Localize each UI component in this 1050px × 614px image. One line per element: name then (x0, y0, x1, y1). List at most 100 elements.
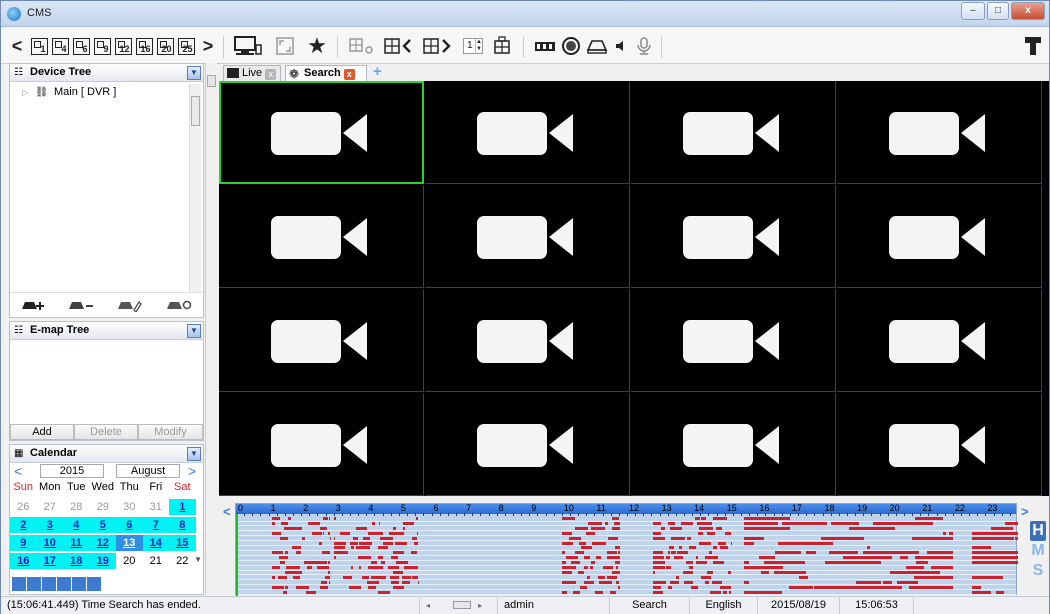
camera-cell[interactable] (219, 393, 424, 496)
calendar-day[interactable]: 26 (10, 499, 37, 515)
camera-cell[interactable] (837, 81, 1042, 184)
calendar-day[interactable]: 11 (63, 535, 90, 551)
calendar-day[interactable]: 12 (89, 535, 116, 551)
edit-device-icon[interactable] (117, 298, 143, 312)
calendar-day[interactable]: 17 (36, 553, 63, 569)
calendar-day[interactable]: 19 (89, 553, 116, 569)
modify-emap-button[interactable]: Modify (138, 424, 203, 440)
camera-cell[interactable] (631, 393, 836, 496)
microphone-icon[interactable] (633, 34, 655, 58)
maximize-button[interactable]: □ (987, 2, 1009, 20)
timeline-next-icon[interactable]: > (1021, 504, 1029, 519)
export-button[interactable] (87, 577, 101, 591)
calendar-day[interactable]: 10 (36, 535, 63, 551)
close-tab-icon[interactable]: x (265, 69, 277, 80)
calendar-day[interactable]: 9 (10, 535, 37, 551)
film-strip-icon[interactable] (533, 34, 557, 58)
calendar-day[interactable]: 4 (63, 517, 90, 533)
layout-6-button[interactable]: 6 (71, 34, 91, 58)
calendar-day[interactable]: 2 (10, 517, 37, 533)
calendar-day[interactable]: 29 (90, 499, 117, 515)
device-tree-scrollbar[interactable] (189, 84, 201, 292)
calendar-day[interactable]: 20 (116, 553, 143, 569)
zoom-s-button[interactable]: S (1028, 561, 1048, 581)
layout-9-button[interactable]: 9 (92, 34, 112, 58)
monitor-settings-icon[interactable] (231, 34, 265, 58)
channel-select-icon[interactable] (489, 34, 515, 58)
speaker-icon[interactable] (611, 34, 631, 58)
calendar-day[interactable]: 6 (116, 517, 143, 533)
layout-next-button[interactable]: > (201, 34, 215, 58)
camera-cell-selected[interactable] (219, 81, 424, 184)
camera-cell[interactable] (219, 289, 424, 392)
play-button[interactable] (72, 577, 86, 591)
group-prev-icon[interactable] (381, 34, 415, 58)
camera-cell[interactable] (425, 81, 630, 184)
calendar-day[interactable]: 15 (169, 535, 196, 551)
tools-hammer-icon[interactable] (1021, 34, 1045, 58)
link-device-icon[interactable] (166, 298, 192, 312)
mode-button-2[interactable] (27, 577, 41, 591)
mode-button-1[interactable] (12, 577, 26, 591)
add-device-icon[interactable] (21, 298, 45, 312)
camera-cell[interactable] (631, 185, 836, 288)
layout-25-button[interactable]: 25 (176, 34, 196, 58)
calendar-day[interactable]: 31 (143, 499, 170, 515)
layout-20-button[interactable]: 20 (155, 34, 175, 58)
zoom-m-button[interactable]: M (1028, 541, 1048, 561)
calendar-day[interactable]: 16 (10, 553, 37, 569)
minimize-button[interactable]: – (961, 2, 985, 20)
mode-button-4[interactable] (57, 577, 71, 591)
camera-cell[interactable] (425, 185, 630, 288)
layout-16-button[interactable]: 16 (134, 34, 154, 58)
layout-1-button[interactable]: 1 (29, 34, 49, 58)
favorite-star-icon[interactable]: ★ (305, 33, 329, 58)
prev-month-icon[interactable]: < (14, 463, 22, 479)
camera-cell[interactable] (837, 185, 1042, 288)
camera-cell[interactable] (631, 289, 836, 392)
device-tree-item-main[interactable]: ▷ ⛓ Main [ DVR ] (22, 86, 116, 98)
month-field[interactable]: August (116, 464, 180, 478)
calendar-day[interactable]: 22 (169, 553, 196, 569)
layout-prev-button[interactable]: < (10, 34, 24, 58)
mode-button-3[interactable] (42, 577, 56, 591)
camera-cell[interactable] (837, 393, 1042, 496)
calendar-day[interactable]: 18 (63, 553, 90, 569)
sequence-icon[interactable] (346, 34, 378, 58)
camera-cell[interactable] (425, 393, 630, 496)
calendar-day[interactable]: 21 (143, 553, 170, 569)
close-tab-icon[interactable]: x (343, 69, 355, 80)
layout-12-button[interactable]: 12 (113, 34, 133, 58)
zoom-h-button[interactable]: H (1030, 521, 1046, 541)
calendar-day[interactable]: 27 (37, 499, 64, 515)
status-scrollbar[interactable]: ◂ ▸ (419, 597, 495, 614)
collapse-icon[interactable]: ▼ (187, 66, 201, 80)
record-icon[interactable] (559, 34, 583, 58)
calendar-day[interactable]: 5 (89, 517, 116, 533)
camera-cell[interactable] (425, 289, 630, 392)
year-field[interactable]: 2015 (40, 464, 104, 478)
camera-cell[interactable] (837, 289, 1042, 392)
calendar-day[interactable]: 13 (116, 535, 143, 551)
timeline[interactable]: 0 1 2 3 4 5 6 7 8 9 10 11 12 13 14 15 16 17 18 19 20 21 22 23 (235, 503, 1018, 596)
timeline-cursor[interactable] (236, 514, 238, 596)
camera-cell[interactable] (219, 185, 424, 288)
delete-emap-button[interactable]: Delete (74, 424, 138, 440)
remove-device-icon[interactable] (68, 298, 94, 312)
timeline-prev-icon[interactable]: < (223, 504, 231, 519)
calendar-day[interactable]: 30 (116, 499, 143, 515)
next-month-icon[interactable]: > (188, 463, 196, 479)
calendar-day[interactable]: 7 (142, 517, 169, 533)
calendar-day[interactable]: 8 (169, 517, 196, 533)
tab-live[interactable]: Live x (223, 65, 281, 81)
fullscreen-icon[interactable] (273, 34, 297, 58)
expand-arrow-icon[interactable]: ▷ (22, 88, 28, 97)
tab-search[interactable]: ❁ Search x (285, 65, 367, 81)
group-next-icon[interactable] (419, 34, 455, 58)
close-button[interactable]: x (1011, 2, 1045, 20)
calendar-day[interactable]: 14 (142, 535, 169, 551)
add-emap-button[interactable]: Add (10, 424, 74, 440)
calendar-day[interactable]: 3 (36, 517, 63, 533)
hdd-icon[interactable] (585, 34, 609, 58)
calendar-day[interactable]: 1 (169, 499, 196, 515)
